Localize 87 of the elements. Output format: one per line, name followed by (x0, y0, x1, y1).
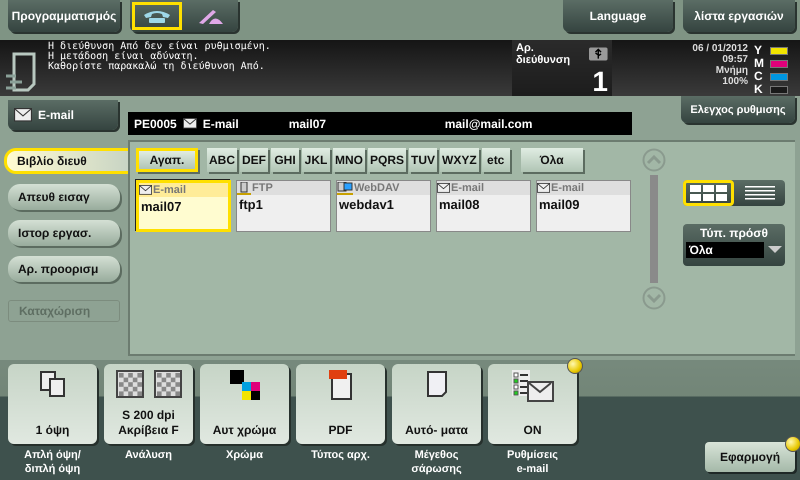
setting-tile[interactable]: Αυτ χρώμα (200, 364, 289, 444)
destination-id: PE0005 (134, 116, 177, 130)
setting-label: Ρυθμίσεις e-mail (507, 448, 558, 476)
memory-label: Μνήμη (716, 65, 748, 76)
destination-type-label: WebDAV (354, 182, 400, 194)
index-tab[interactable]: ABC (207, 148, 237, 172)
setting-tile[interactable]: 1 όψη (8, 364, 97, 444)
index-tab[interactable]: Όλα (520, 148, 583, 172)
address-count: 1 (591, 66, 608, 98)
scroll-track[interactable] (650, 175, 658, 283)
setting-tile[interactable]: ON (488, 364, 577, 444)
index-tab[interactable]: etc (482, 148, 510, 172)
toner-letter: C (754, 70, 764, 82)
telephone-icon (142, 9, 172, 23)
dropdown-caret-icon (768, 246, 782, 254)
language-button[interactable]: Language (563, 0, 673, 32)
side-tab[interactable]: Βιβλίο διευθ (4, 148, 128, 174)
setting-label: Απλή όψη/ διπλή όψη (24, 448, 81, 476)
setting-label: Τύπος αρχ. (311, 448, 370, 462)
destination-card-name: ftp1 (238, 196, 264, 214)
destination-card[interactable]: E-mail mail08 (436, 180, 531, 232)
list-icon (744, 186, 774, 200)
setting-tile[interactable]: Αυτό- ματα (392, 364, 481, 444)
destination-type-label: E-mail (551, 182, 584, 194)
destination-card[interactable]: WebDAV webdav1 (336, 180, 431, 232)
index-tab[interactable]: DEF (240, 148, 268, 172)
usb-icon (589, 47, 608, 61)
email-mode-button[interactable]: E-mail (8, 100, 118, 130)
side-tab[interactable]: Απευθ εισαγ (8, 184, 120, 210)
apply-button[interactable]: Εφαρμογή (705, 442, 795, 472)
setting-label: Ανάλυση (124, 448, 172, 462)
view-mode-button[interactable] (683, 180, 734, 206)
programming-button[interactable]: Προγραμματισμός (8, 0, 120, 32)
setting-tile[interactable]: PDF (296, 364, 385, 444)
envelope-icon (437, 183, 450, 193)
destination-card-name: webdav1 (338, 196, 395, 214)
memory-value: 100% (722, 76, 748, 87)
index-tab[interactable]: MNO (333, 148, 365, 172)
checker-icon (154, 370, 182, 398)
index-tab[interactable]: GHI (271, 148, 299, 172)
checklist-envelope-icon (512, 370, 554, 402)
color-squares-icon (230, 370, 260, 400)
destination-card[interactable]: FTP ftp1 (236, 180, 331, 232)
time-text: 09:57 (722, 54, 748, 65)
two-pages-icon (38, 370, 66, 398)
date-text: 06 / 01/2012 (692, 43, 748, 54)
index-tab[interactable]: PQRS (368, 148, 406, 172)
destination-card-name: mail08 (438, 196, 480, 214)
destination-address: mail@mail.com (444, 116, 532, 130)
destination-card-name: mail07 (140, 198, 182, 216)
envelope-icon (14, 108, 32, 122)
index-tab[interactable]: WXYZ (440, 148, 479, 172)
index-tab[interactable]: JKL (302, 148, 330, 172)
address-count-label: Αρ. διεύθυνση (516, 42, 572, 66)
destination-type-label: E-mail (153, 184, 186, 196)
envelope-icon (182, 118, 197, 129)
destination-name: mail07 (288, 116, 328, 130)
toner-letter: Y (754, 44, 764, 56)
setting-label: Μέγεθος σάρωσης (411, 448, 462, 476)
destination-type-label: E-mail (451, 182, 484, 194)
envelope-icon (537, 183, 550, 193)
destination-card[interactable]: E-mail mail07 (136, 180, 231, 232)
page-icon (426, 370, 448, 398)
index-tab[interactable]: TUV (409, 148, 438, 172)
side-tab[interactable]: Αρ. προορισμ (8, 256, 120, 282)
mode-button[interactable] (132, 2, 182, 30)
grid-icon (690, 185, 728, 201)
setting-tile[interactable]: S 200 dpi Ακρίβεια F (104, 364, 193, 444)
server-icon (237, 182, 251, 194)
check-settings-button[interactable]: Ελεγχος ρυθμισης (681, 96, 795, 123)
job-list-button[interactable]: λίστα εργασιών (683, 0, 795, 32)
side-tab[interactable]: Ιστορ εργασ. (8, 220, 120, 246)
destination-type-label: FTP (252, 182, 273, 194)
toner-letter: M (754, 57, 765, 69)
checker-icon (116, 370, 144, 398)
index-tab[interactable]: Αγαπ. (136, 148, 198, 172)
toner-letter: K (754, 83, 764, 95)
status-message: Η διεύθυνση Από δεν είναι ρυθμισμένη. Η μετάδοση είναι αδύνατη. Καθορίστε παρακαλώ τη διεύθυνση Από. (48, 42, 271, 74)
pen-icon (197, 8, 225, 24)
envelope-icon (139, 185, 152, 195)
destination-card[interactable]: E-mail mail09 (536, 180, 631, 232)
destination-type: E-mail (202, 116, 240, 130)
destination-type-dropdown[interactable]: Τύπ. πρόσθ Όλα (683, 224, 785, 266)
pdf-document-icon (328, 370, 352, 400)
computer-icon (337, 182, 353, 194)
destination-card-name: mail09 (538, 196, 580, 214)
setting-label: Χρώμα (226, 448, 263, 462)
